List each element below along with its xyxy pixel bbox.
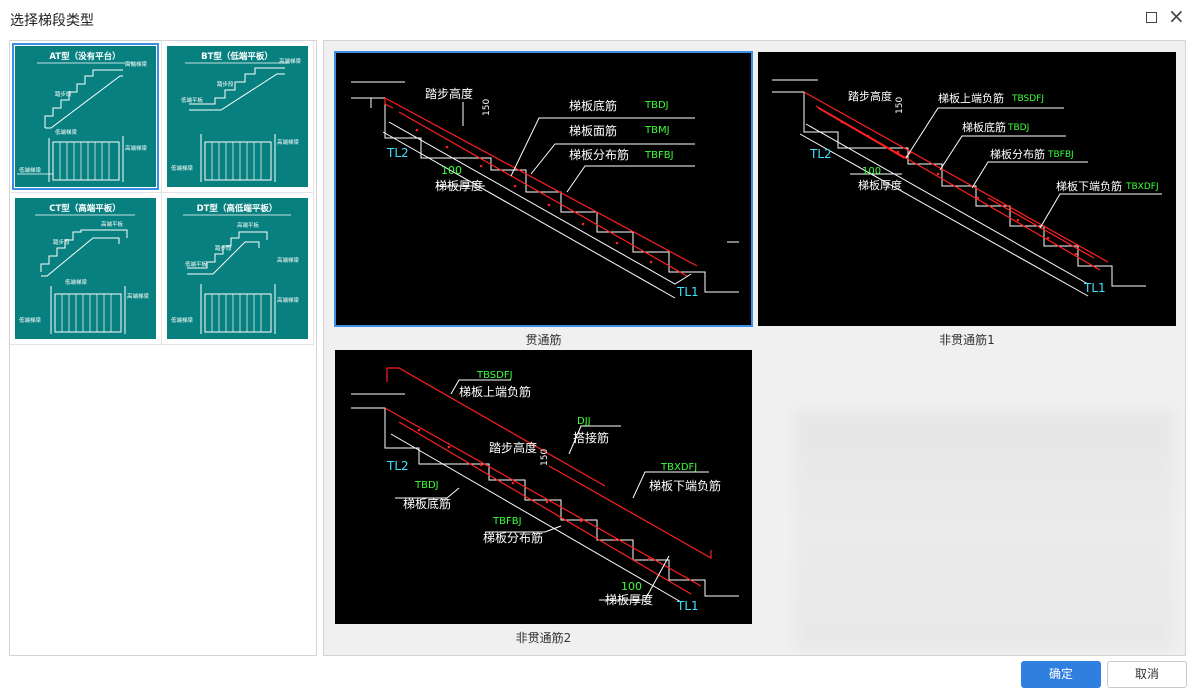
option2-label-upper: 梯板上端负筋 [938,91,1004,105]
type-bt-label-low2: 低端梯梁 [171,164,194,172]
option3-label-tl2: TL2 [386,459,409,473]
option-non-through-1[interactable]: 踏步高度 150 梯板上端负筋 TBSDFJ 梯板底筋 TBDJ 梯板分布筋 T… [758,52,1176,347]
type-at-label-low2: 低端梯梁 [19,166,42,174]
type-at[interactable]: AT型（没有平台） 高端梯梁 踏步段 低端梯梁 高端梯梁 低端梯梁 [10,41,162,193]
select-stair-type-dialog: 选择梯段类型 × AT型（没有平台） 高端梯梁 踏步段 低端梯梁 高端梯梁 低端… [0,0,1198,691]
option3-label-thick-val: 100 [621,580,642,593]
option3-label-thick: 梯板厚度 [605,592,653,607]
option1-label-tl1: TL1 [676,285,699,299]
option3-label-dist-code: TBFBJ [492,516,522,527]
option-through-bar-caption: 贯通筋 [525,333,562,347]
type-at-thumbnail: AT型（没有平台） 高端梯梁 踏步段 低端梯梁 高端梯梁 低端梯梁 [12,43,159,190]
option2-label-step-height: 踏步高度 [848,89,892,103]
ok-button[interactable]: 确定 [1021,661,1101,688]
option3-label-dist: 梯板分布筋 [483,530,543,545]
option3-label-lap-code: DJJ [577,416,591,427]
option2-label-thick-val: 100 [862,166,881,177]
option2-label-tl1: TL1 [1083,281,1106,295]
option1-label-bottom-code: TBDJ [644,100,669,111]
type-at-label-steps: 踏步段 [55,90,72,98]
option-through-bar[interactable]: 踏步高度 150 梯板底筋 TBDJ 梯板面筋 TBMJ 梯板分布筋 TBFBJ… [334,51,753,347]
option-through-bar-drawing: 踏步高度 150 梯板底筋 TBDJ 梯板面筋 TBMJ 梯板分布筋 TBFBJ… [334,51,753,327]
option1-label-step-val: 150 [482,99,492,116]
option3-label-tl1: TL1 [676,599,699,613]
type-at-label-high2: 高端梯梁 [125,144,148,152]
option3-label-lower: 梯板下端负筋 [649,478,721,493]
type-dt-thumbnail: DT型（高低端平板） 高端平板 踏步段 低端平板 高端梯梁 高端梯梁 低端梯梁 [167,198,308,339]
option1-label-dist-code: TBFBJ [644,150,674,161]
type-at-label-bottom: 低端梯梁 [55,128,78,136]
option3-label-bottom: 梯板底筋 [403,496,451,511]
option3-label-upper-code: TBSDFJ [476,370,513,381]
type-dt-label-high: 高端梯梁 [277,256,300,264]
type-at-title: AT型（没有平台） [49,51,120,62]
type-bt-title: BT型（低端平板） [201,51,273,62]
option2-label-step-val: 150 [895,97,905,114]
stair-type-list: AT型（没有平台） 高端梯梁 踏步段 低端梯梁 高端梯梁 低端梯梁 BT型（低端… [9,40,317,656]
type-dt-label-low2: 低端梯梁 [171,316,194,324]
option2-label-upper-code: TBSDFJ [1011,94,1044,104]
option3-label-step-height: 踏步高度 [489,440,537,455]
option1-label-thick-val: 100 [441,164,462,177]
option3-label-step-val: 150 [540,449,550,466]
type-bt-label-steps: 踏步段 [217,80,234,88]
type-dt-label-top: 高端平板 [237,221,260,229]
type-dt-title: DT型（高低端平板） [197,203,278,214]
cancel-button[interactable]: 取消 [1107,661,1187,688]
type-bt-label-top: 高端梯梁 [279,57,302,65]
maximize-icon[interactable] [1146,12,1157,23]
type-dt[interactable]: DT型（高低端平板） 高端平板 踏步段 低端平板 高端梯梁 高端梯梁 低端梯梁 [162,193,314,345]
type-dt-label-steps: 踏步段 [215,244,232,252]
option1-label-top: 梯板面筋 [569,123,617,138]
option2-label-tl2: TL2 [809,147,832,161]
option2-label-dist-code: TBFBJ [1047,150,1074,160]
option1-label-top-code: TBMJ [644,125,670,136]
type-ct-title: CT型（高端平板） [49,203,121,214]
background-shadow [794,411,1174,651]
option1-label-bottom: 梯板底筋 [569,98,617,113]
option-non-through-2-caption: 非贯通筋2 [515,631,572,645]
dialog-title: 选择梯段类型 [10,13,94,29]
option2-label-bottom-code: TBDJ [1007,123,1029,133]
option1-label-step-height: 踏步高度 [425,86,473,101]
type-bt-thumbnail: BT型（低端平板） 高端梯梁 踏步段 低端平板 高端梯梁 低端梯梁 [167,46,308,187]
type-ct-label-top: 高端平板 [101,220,124,228]
type-bt-label-low-platform: 低端平板 [181,96,204,104]
option2-label-lower: 梯板下端负筋 [1056,179,1122,193]
option3-label-upper: 梯板上端负筋 [459,384,531,399]
type-ct-label-bottom: 低端梯梁 [65,278,88,286]
option2-label-bottom: 梯板底筋 [962,120,1006,134]
option1-label-tl2: TL2 [386,146,409,160]
option-non-through-2[interactable]: TBSDFJ 梯板上端负筋 DJJ 搭接筋 踏步高度 150 TBXDFJ 梯板… [335,350,752,645]
option-non-through-1-drawing: 踏步高度 150 梯板上端负筋 TBSDFJ 梯板底筋 TBDJ 梯板分布筋 T… [758,52,1176,326]
type-ct-label-steps: 踏步段 [53,238,70,246]
type-ct-label-low2: 低端梯梁 [19,316,42,324]
type-ct-label-high2: 高端梯梁 [127,292,150,300]
option2-label-dist: 梯板分布筋 [990,147,1045,161]
option2-label-lower-code: TBXDFJ [1125,182,1159,192]
option1-label-dist: 梯板分布筋 [569,147,629,162]
option3-label-bottom-code: TBDJ [414,480,439,491]
type-at-label-top: 高端梯梁 [125,60,148,68]
type-bt-label-high2: 高端梯梁 [277,138,300,146]
type-dt-label-low-platform: 低端平板 [185,260,208,268]
type-ct-thumbnail: CT型（高端平板） 高端平板 踏步段 低端梯梁 高端梯梁 低端梯梁 [15,198,156,339]
close-icon[interactable]: × [1168,6,1185,26]
option1-label-thick: 梯板厚度 [435,178,483,193]
reinforcement-options: 踏步高度 150 梯板底筋 TBDJ 梯板面筋 TBMJ 梯板分布筋 TBFBJ… [323,40,1186,656]
option-non-through-2-drawing: TBSDFJ 梯板上端负筋 DJJ 搭接筋 踏步高度 150 TBXDFJ 梯板… [335,350,752,624]
option3-label-lap: 搭接筋 [573,430,609,445]
type-ct[interactable]: CT型（高端平板） 高端平板 踏步段 低端梯梁 高端梯梁 低端梯梁 [10,193,162,345]
title-bar: 选择梯段类型 × [0,0,1198,40]
option-non-through-1-caption: 非贯通筋1 [939,333,995,347]
option2-label-thick: 梯板厚度 [858,178,902,192]
option3-label-lower-code: TBXDFJ [660,462,697,473]
type-bt[interactable]: BT型（低端平板） 高端梯梁 踏步段 低端平板 高端梯梁 低端梯梁 [162,41,314,193]
type-dt-label-high2: 高端梯梁 [277,296,300,304]
